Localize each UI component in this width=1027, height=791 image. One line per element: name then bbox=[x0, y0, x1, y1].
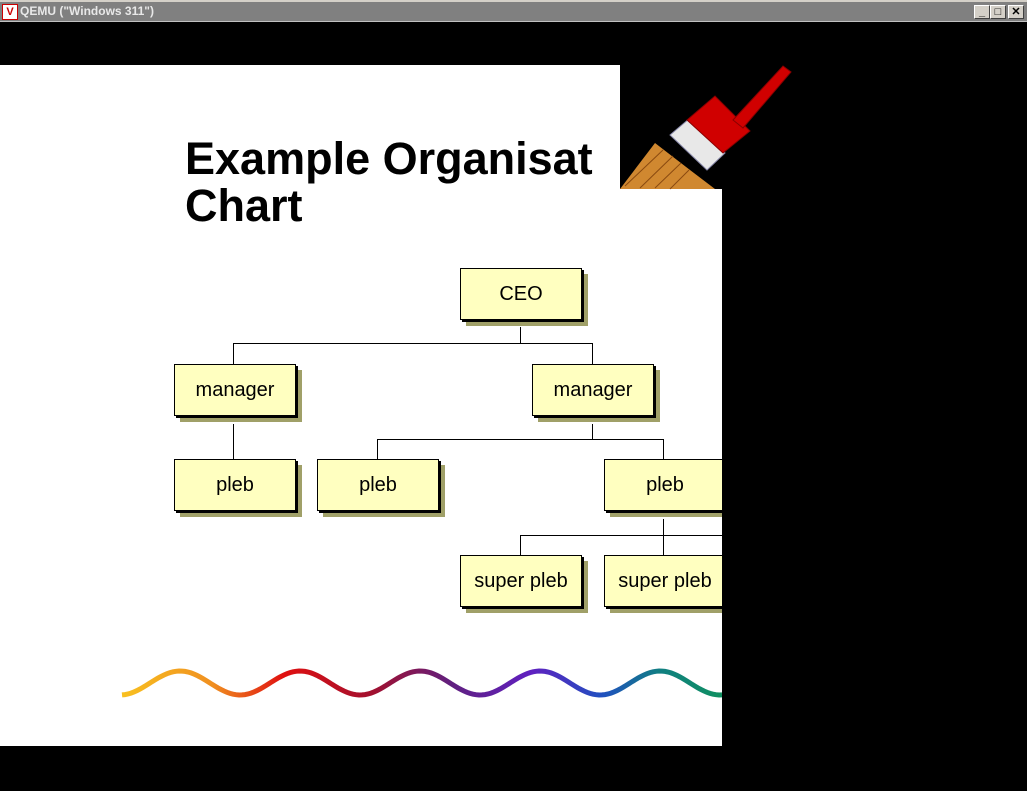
paintbrush-icon bbox=[620, 65, 792, 190]
black-overlay bbox=[722, 190, 1027, 750]
